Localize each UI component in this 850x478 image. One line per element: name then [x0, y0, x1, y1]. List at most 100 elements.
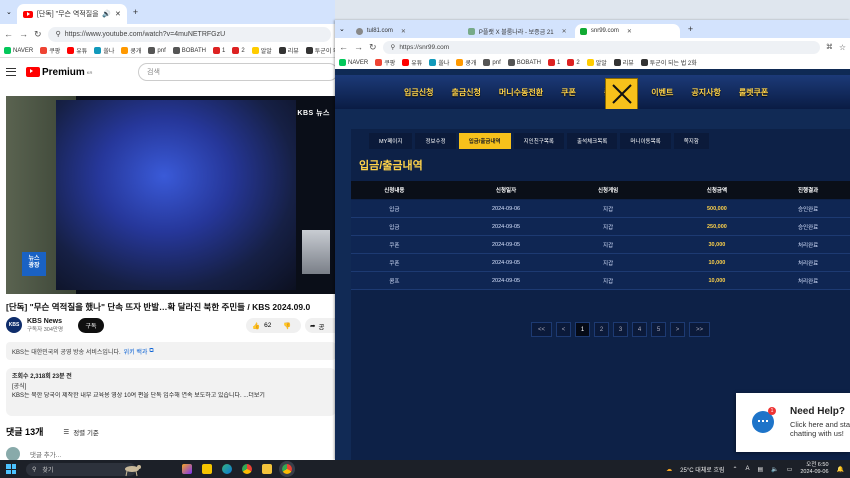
back-icon[interactable]: ← [339, 42, 348, 52]
tab-audio-icon[interactable]: 🔊 [102, 10, 111, 18]
bookmark-alal[interactable]: 알알 [586, 58, 607, 67]
url-field[interactable]: ⚲ https://www.youtube.com/watch?v=4muNET… [47, 26, 331, 42]
thumbs-up-icon[interactable]: 👍 [252, 322, 260, 330]
reload-icon[interactable]: ↻ [369, 42, 377, 53]
page-4[interactable]: 4 [632, 322, 647, 337]
channel-name[interactable]: KBS News [27, 318, 63, 325]
page-first[interactable]: << [531, 322, 552, 337]
bookmark-coupang[interactable]: 쿠팡 [375, 58, 395, 67]
sort-comments-button[interactable]: ☰ 정렬 기준 [63, 427, 99, 437]
nav-money-convert[interactable]: 머니수동전환 [490, 87, 552, 98]
bookmark-pnf[interactable]: pnf [483, 59, 501, 66]
tab-close-icon[interactable]: ✕ [401, 28, 406, 35]
bookmark-star-icon[interactable]: ☆ [839, 43, 846, 52]
add-comment-input[interactable]: 댓글 추가... [30, 449, 61, 459]
tab-search-dropdown[interactable]: ⌄ [6, 8, 12, 16]
taskbar-clock[interactable]: 오전 6:50 2024-09-06 [800, 462, 828, 476]
back-icon[interactable]: ← [4, 29, 13, 39]
subtab-attendance[interactable]: 출석체크목록 [566, 133, 618, 149]
bookmark-tugun[interactable]: 투군이 되 [305, 46, 335, 55]
chrome-icon[interactable] [242, 464, 252, 474]
forward-icon[interactable]: → [354, 42, 363, 52]
page-3[interactable]: 3 [613, 322, 628, 337]
chrome-active-icon[interactable] [282, 464, 292, 474]
tray-overflow-icon[interactable]: ⌃ [733, 466, 738, 473]
language-indicator[interactable]: A [746, 466, 750, 472]
bookmark-solna[interactable]: 쏠나 [94, 46, 114, 55]
bookmark-kunggae[interactable]: 쿵개 [121, 46, 141, 55]
help-chat-widget[interactable]: 1 Need Help? Click here and sta chatting… [736, 393, 850, 452]
page-2[interactable]: 2 [594, 322, 609, 337]
thumbs-down-icon[interactable]: 👎 [283, 322, 291, 330]
bookmark-alal[interactable]: 알알 [251, 46, 272, 55]
subtab-mypage[interactable]: MY페이지 [369, 133, 413, 149]
nav-event[interactable]: 이벤트 [642, 87, 682, 98]
bookmark-review[interactable]: 리뷰 [278, 46, 299, 55]
tab-tul81[interactable]: tul81.com ✕ [351, 24, 461, 38]
tab-close-icon[interactable]: ✕ [115, 10, 121, 18]
battery-icon[interactable]: ▭ [787, 466, 793, 473]
tab-bloom[interactable]: P플랫 X 블룸나라 - 보증금 21 ✕ [463, 24, 573, 38]
tab-search-dropdown-right[interactable]: ⌄ [339, 25, 345, 33]
close-overlay-button[interactable] [605, 78, 638, 110]
bookmark-pnf[interactable]: pnf [148, 47, 166, 54]
windows-start-icon[interactable] [6, 464, 16, 474]
menu-icon[interactable] [6, 68, 16, 76]
channel-avatar[interactable]: KBS [6, 317, 22, 333]
edge-icon[interactable] [222, 464, 232, 474]
network-icon[interactable]: ▤ [758, 466, 764, 473]
subtab-messages[interactable]: 쪽지함 [673, 133, 709, 149]
bookmark-bobath[interactable]: BOBATH [507, 59, 541, 66]
wiki-link[interactable]: 위키 백과 [124, 347, 148, 356]
youtube-search-input[interactable]: 검색 [138, 63, 335, 81]
subtab-money-move[interactable]: 머니이동목록 [620, 133, 671, 149]
bookmark-tugun[interactable]: 투군이 되는 법 2화 [640, 58, 697, 67]
subtab-friends[interactable]: 지인친구목록 [513, 133, 564, 149]
weather-icon[interactable]: ☁ [666, 466, 672, 473]
page-prev[interactable]: < [556, 322, 571, 337]
url-field-right[interactable]: ⚲ https://snr99.com [382, 40, 820, 54]
bookmark-youtube[interactable]: 유튜 [402, 58, 422, 67]
tab-snr99[interactable]: snr99.com ✕ [574, 24, 680, 38]
bookmark-1[interactable]: 1 [213, 47, 225, 54]
video-description[interactable]: 조회수 2,318회 23분 전 [공식] KBS는 북한 당국이 제작한 내부… [6, 368, 335, 416]
nav-coupon[interactable]: 쿠폰 [552, 87, 585, 98]
bookmark-solna[interactable]: 쏠나 [429, 58, 449, 67]
bookmark-coupang[interactable]: 쿠팡 [40, 46, 60, 55]
volume-icon[interactable]: 🔈 [771, 466, 778, 473]
tab-close-icon[interactable]: ✕ [562, 28, 567, 35]
youtube-tab[interactable]: [단독] "무슨 역적질을 했나" 단속 🔊 ✕ [16, 4, 127, 24]
bookmark-1[interactable]: 1 [548, 59, 560, 66]
nav-roulette[interactable]: 룰렛쿠폰 [730, 87, 777, 98]
nav-withdraw[interactable]: 출금신청 [442, 87, 489, 98]
subscribe-button[interactable]: 구독 [78, 318, 104, 333]
notification-icon[interactable]: 🔔 [837, 466, 844, 473]
share-button[interactable]: ➦ 공 [305, 318, 335, 333]
subtab-transactions[interactable]: 입금/출금내역 [458, 133, 511, 149]
page-1[interactable]: 1 [575, 322, 590, 337]
subtab-edit-info[interactable]: 정보수정 [415, 133, 456, 149]
bookmark-2[interactable]: 2 [567, 59, 580, 66]
nav-notice[interactable]: 공지사항 [682, 87, 729, 98]
weather-text[interactable]: 25°C 대체로 흐림 [680, 465, 724, 474]
nav-deposit[interactable]: 입금신청 [395, 87, 442, 98]
bookmark-kunggae[interactable]: 쿵개 [456, 58, 476, 67]
page-last[interactable]: >> [689, 322, 710, 337]
youtube-premium-logo[interactable]: Premium KR [26, 67, 92, 78]
bookmark-review[interactable]: 리뷰 [613, 58, 634, 67]
bookmark-naver[interactable]: NAVER [339, 59, 368, 66]
bookmark-youtube[interactable]: 유튜 [67, 46, 87, 55]
bookmark-2[interactable]: 2 [232, 47, 245, 54]
new-tab-button-right[interactable]: + [688, 24, 693, 34]
site-info-icon[interactable]: ⚲ [391, 43, 396, 51]
page-next[interactable]: > [670, 322, 685, 337]
page-5[interactable]: 5 [651, 322, 666, 337]
reload-icon[interactable]: ↻ [34, 29, 42, 40]
tab-close-icon[interactable]: ✕ [627, 28, 632, 35]
bookmark-naver[interactable]: NAVER [4, 47, 33, 54]
photos-app-icon[interactable] [182, 464, 192, 474]
bookmark-bobath[interactable]: BOBATH [172, 47, 206, 54]
video-player[interactable]: KBS 뉴스 뉴스 광장 [6, 96, 335, 294]
new-tab-button[interactable]: + [133, 7, 138, 17]
forward-icon[interactable]: → [19, 29, 28, 39]
